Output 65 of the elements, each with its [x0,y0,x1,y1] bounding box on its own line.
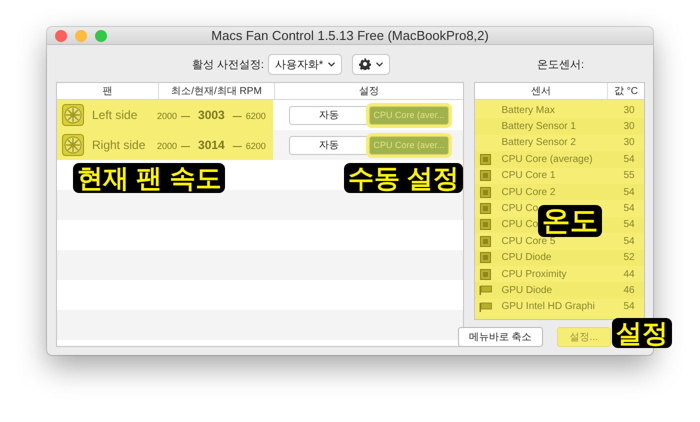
minimize-button[interactable] [75,30,87,42]
sensor-value: 54 [622,219,636,230]
settings-dropdown[interactable] [352,54,390,74]
sensor-name: CPU Core 5 [500,236,556,247]
window-title: Macs Fan Control 1.5.13 Free (MacBookPro8,2) [210,28,490,43]
sensor-name: Battery Max [500,104,556,116]
sensor-value: 55 [622,170,636,182]
preset-label: 활성 사전설정: [192,58,264,72]
chip-icon [480,154,491,165]
sensor-value: 46 [622,284,636,296]
chip-icon [480,203,491,214]
column-header: 팬 [57,83,159,99]
sensor-name: Battery Sensor 1 [500,121,577,132]
chevron-down-icon [328,62,336,66]
mode-button[interactable]: 자동 [289,136,369,154]
sensor-name: CPU Proximity [500,268,568,280]
chevron-down-icon [376,62,384,66]
rpm-reading: 2000 — 3003 — 6200 [157,108,266,122]
sensor-name: CPU Co [500,219,540,230]
sensor-value: 54 [622,186,636,198]
sensor-name: GPU Diode [500,284,554,296]
rpm-reading: 2000 — 3014 — 6200 [157,138,266,152]
sensor-name: CPU Core (average) [500,154,594,165]
chip-icon [480,236,491,247]
graphics-card-icon [478,285,492,296]
sensors-label: 온도센서: [536,58,584,72]
sensor-name: CPU Diode [500,252,552,264]
preset-dropdown[interactable]: 사용자화* [268,54,342,74]
chip-icon [480,186,491,198]
sensor-name: CPU Core 2 [500,186,556,198]
sensor-name: CPU Co [500,203,540,214]
sensor-name: CPU Core 1 [500,170,556,182]
gear-icon [359,58,372,70]
minimize-to-menubar-button[interactable]: 메뉴바로 축소 [458,327,543,347]
sensor-value: 54 [622,154,636,165]
sensor-value: 30 [622,104,636,116]
annotation-label: 수동 설정 [344,163,464,193]
sensor-value: 54 [622,301,636,312]
chip-icon [480,170,491,182]
sensor-value: 54 [622,203,636,214]
sensor-value: 44 [622,268,636,280]
annotation-label: 온도 [538,205,602,237]
fan-name: Left side [92,108,138,122]
sensor-value: 30 [622,137,636,148]
chip-icon [480,268,491,280]
mode-button[interactable]: 자동 [289,106,369,124]
close-button[interactable] [55,30,67,42]
column-header: 값 °C [613,85,639,99]
sensor-value: 52 [622,252,636,264]
chip-icon [480,219,491,230]
annotation-label: 설정 [612,318,672,348]
fan-icon [62,134,84,156]
fan-name: Right side [92,138,146,152]
chip-icon [480,252,491,264]
sensor-name: GPU Intel HD Graphi [500,301,596,312]
annotation-label: 현재 팬 속도 [73,163,226,193]
column-header: 최소/현재/최대 RPM [159,83,275,99]
sensor-name: Battery Sensor 2 [500,137,577,148]
sensor-value: 30 [622,121,636,132]
fan-icon [62,104,84,126]
sensor-value: 54 [622,236,636,247]
graphics-card-icon [478,302,492,312]
column-header: 센서 [475,83,608,99]
column-header: 설정 [358,85,380,99]
zoom-button[interactable] [95,30,107,42]
